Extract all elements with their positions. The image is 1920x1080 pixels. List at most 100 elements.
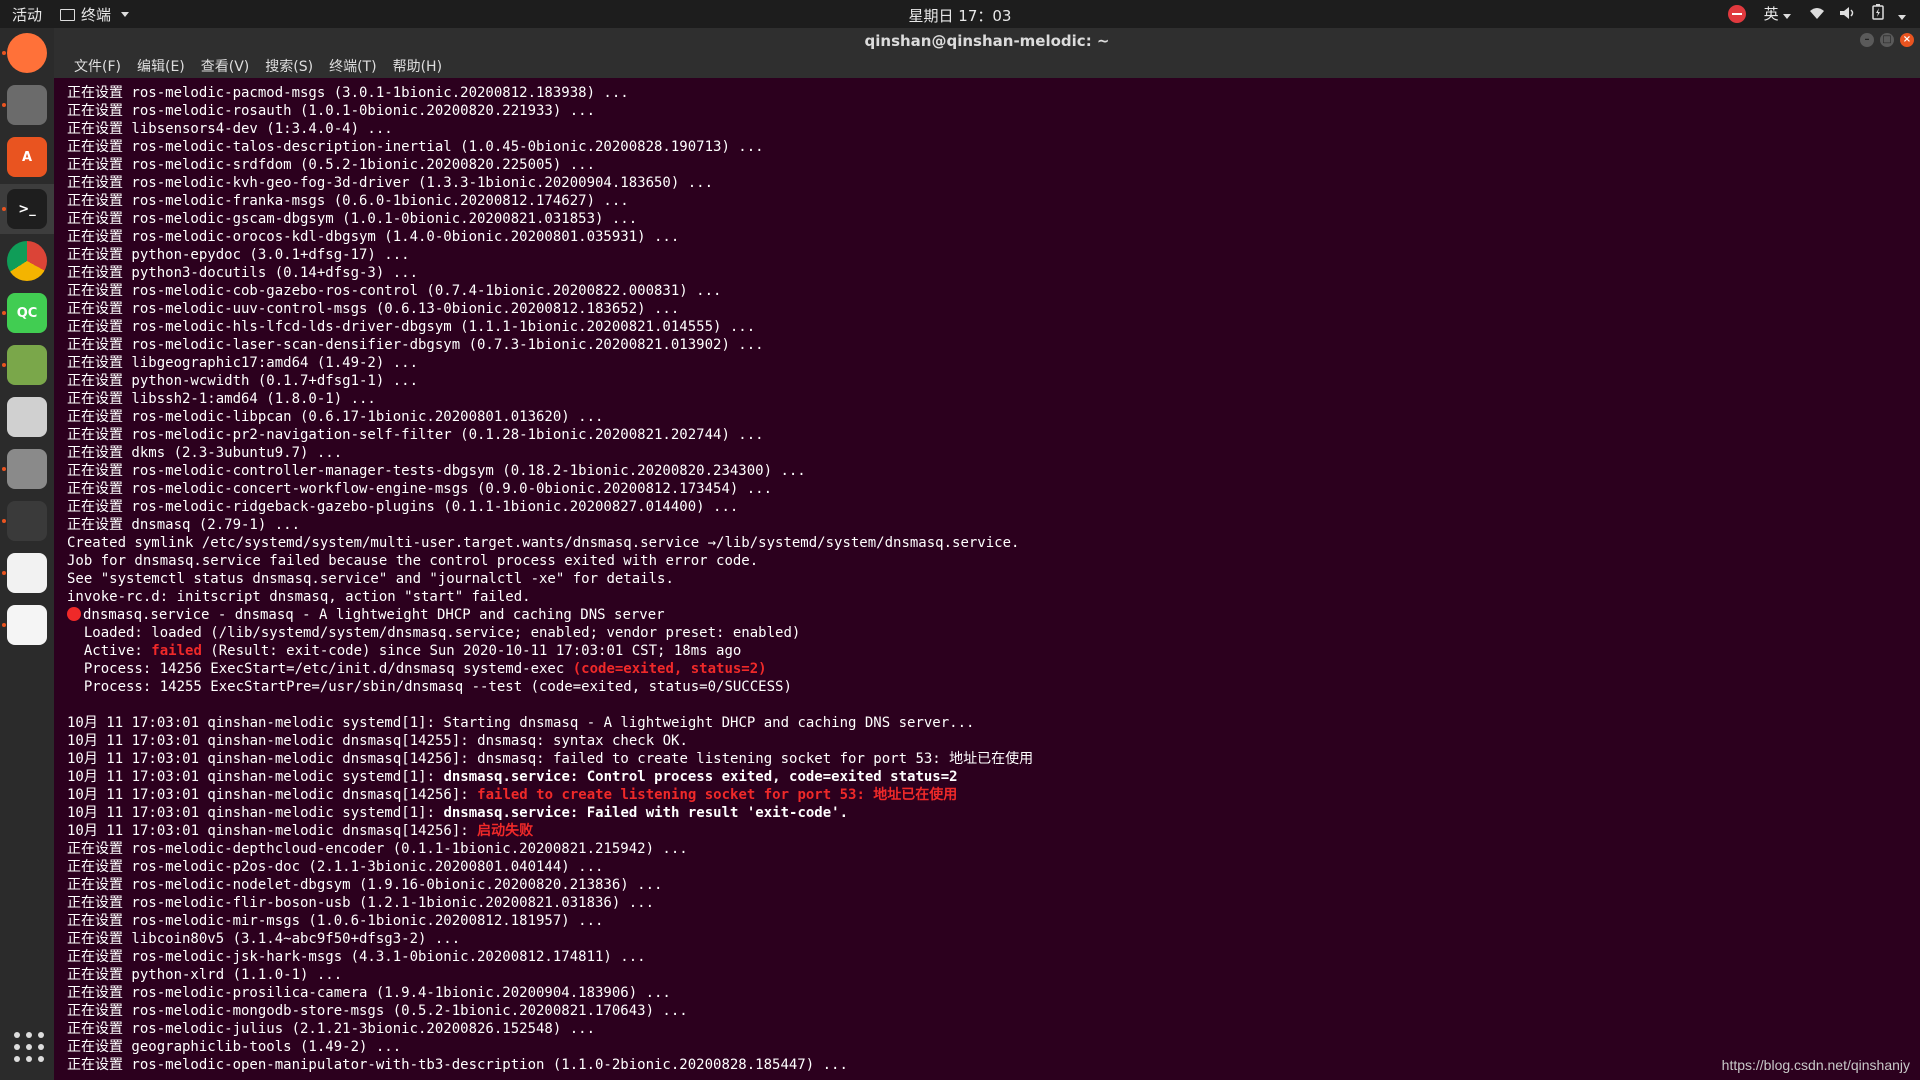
terminal-line: 正在设置 ros-melodic-prosilica-camera (1.9.4…	[67, 984, 1033, 1002]
terminal-text: dnsmasq.service - dnsmasq - A lightweigh…	[83, 607, 665, 623]
terminal-text: Process: 14256 ExecStart=/etc/init.d/dns…	[67, 661, 573, 677]
watermark: https://blog.csdn.net/qinshanjy	[1721, 1057, 1910, 1073]
terminal-text: 正在设置 ros-melodic-gscam-dbgsym (1.0.1-0bi…	[67, 211, 638, 227]
grid-dot-icon	[14, 1044, 20, 1050]
terminal-line: Job for dnsmasq.service failed because t…	[67, 552, 1033, 570]
menu-terminal[interactable]: 终端(T)	[327, 56, 378, 76]
terminal-text: 正在设置 ros-melodic-pacmod-msgs (3.0.1-1bio…	[67, 85, 629, 101]
terminal-text: 正在设置 libgeographic17:amd64 (1.49-2) ...	[67, 355, 419, 371]
terminal-line: 正在设置 ros-melodic-jsk-hark-msgs (4.3.1-0b…	[67, 948, 1033, 966]
input-method-indicator[interactable]: 英	[1764, 3, 1791, 24]
system-menu[interactable]	[1809, 3, 1906, 24]
clock[interactable]: 星期日 17：03	[909, 7, 1012, 25]
grid-dot-icon	[38, 1044, 44, 1050]
menu-search[interactable]: 搜索(S)	[263, 56, 315, 76]
grid-dot-icon	[26, 1044, 32, 1050]
terminal-text: 正在设置 ros-melodic-orocos-kdl-dbgsym (1.4.…	[67, 229, 680, 245]
show-applications-button[interactable]	[14, 1032, 44, 1062]
terminal-line: dnsmasq.service - dnsmasq - A lightweigh…	[67, 606, 1033, 624]
terminal-line: 正在设置 python3-docutils (0.14+dfsg-3) ...	[67, 264, 1033, 282]
terminal-line: 10月 11 17:03:01 qinshan-melodic systemd[…	[67, 714, 1033, 732]
terminal-text: 正在设置 ros-melodic-controller-manager-test…	[67, 463, 806, 479]
software-center-icon[interactable]: A	[7, 137, 47, 177]
menu-edit[interactable]: 编辑(E)	[135, 56, 187, 76]
terminal-text: 正在设置 ros-melodic-concert-workflow-engine…	[67, 481, 773, 497]
terminal-text: 正在设置 python-epydoc (3.0.1+dfsg-17) ...	[67, 247, 410, 263]
terminal-text: invoke-rc.d: initscript dnsmasq, action …	[67, 589, 531, 605]
terminal-lines: 正在设置 ros-melodic-pacmod-msgs (3.0.1-1bio…	[67, 84, 1033, 1074]
terminal-text: 10月 11 17:03:01 qinshan-melodic dnsmasq[…	[67, 823, 478, 839]
terminal-text: 正在设置 ros-melodic-srdfdom (0.5.2-1bionic.…	[67, 157, 596, 173]
status-bullet-icon	[67, 607, 81, 621]
terminal-line: 正在设置 ros-melodic-franka-msgs (0.6.0-1bio…	[67, 192, 1033, 210]
input-method-label: 英	[1763, 5, 1779, 23]
qtcreator-icon[interactable]: QC	[7, 293, 47, 333]
terminal-line: 正在设置 ros-melodic-hls-lfcd-lds-driver-dbg…	[67, 318, 1033, 336]
terminal-text: 正在设置 ros-melodic-rosauth (1.0.1-0bionic.…	[67, 103, 596, 119]
terminal-line: invoke-rc.d: initscript dnsmasq, action …	[67, 588, 1033, 606]
terminal-text: 正在设置 ros-melodic-depthcloud-encoder (0.1…	[67, 841, 688, 857]
terminal-text: 正在设置 ros-melodic-jsk-hark-msgs (4.3.1-0b…	[67, 949, 646, 965]
terminal-text: Created symlink /etc/systemd/system/mult…	[67, 535, 1020, 551]
terminal-line: 正在设置 ros-melodic-gscam-dbgsym (1.0.1-0bi…	[67, 210, 1033, 228]
terminal-text: Loaded: loaded (/lib/systemd/system/dnsm…	[67, 625, 801, 641]
image-editor-icon[interactable]	[7, 345, 47, 385]
terminal-line: 正在设置 ros-melodic-mir-msgs (1.0.6-1bionic…	[67, 912, 1033, 930]
firefox-icon[interactable]	[7, 33, 47, 73]
video-editor-icon[interactable]	[7, 501, 47, 541]
terminal-text: 正在设置 ros-melodic-franka-msgs (0.6.0-1bio…	[67, 193, 629, 209]
terminal-text: (code=exited, status=2)	[572, 661, 767, 677]
terminal-icon[interactable]: >_	[7, 189, 47, 229]
maximize-button[interactable]: □	[1880, 33, 1894, 47]
camera-icon[interactable]	[7, 397, 47, 437]
terminal-text: 正在设置 ros-melodic-talos-description-inert…	[67, 139, 764, 155]
text-editor-icon[interactable]	[7, 553, 47, 593]
terminal-line: 10月 11 17:03:01 qinshan-melodic dnsmasq[…	[67, 750, 1033, 768]
terminal-line: Loaded: loaded (/lib/systemd/system/dnsm…	[67, 624, 1033, 642]
terminal-line: Created symlink /etc/systemd/system/mult…	[67, 534, 1033, 552]
terminal-line: 正在设置 ros-melodic-orocos-kdl-dbgsym (1.4.…	[67, 228, 1033, 246]
volume-icon	[1840, 6, 1854, 19]
terminal-line: 正在设置 ros-melodic-talos-description-inert…	[67, 138, 1033, 156]
do-not-disturb-icon[interactable]	[1727, 4, 1746, 23]
terminal-line: 正在设置 ros-melodic-kvh-geo-fog-3d-driver (…	[67, 174, 1033, 192]
menu-file[interactable]: 文件(F)	[72, 56, 123, 76]
terminal-line: Process: 14256 ExecStart=/etc/init.d/dns…	[67, 660, 1033, 678]
document-viewer-icon[interactable]	[7, 605, 47, 645]
terminal-line: 正在设置 ros-melodic-laser-scan-densifier-db…	[67, 336, 1033, 354]
terminal-line: 正在设置 ros-melodic-controller-manager-test…	[67, 462, 1033, 480]
running-indicator	[2, 311, 6, 315]
terminal-line: 正在设置 libsensors4-dev (1:3.4.0-4) ...	[67, 120, 1033, 138]
menu-view[interactable]: 查看(V)	[199, 56, 252, 76]
terminal-text: dnsmasq.service: Control process exited,…	[443, 769, 958, 785]
terminal-text: 正在设置 ros-melodic-ridgeback-gazebo-plugin…	[67, 499, 739, 515]
battery-icon	[1871, 3, 1884, 20]
terminal-line: 10月 11 17:03:01 qinshan-melodic systemd[…	[67, 804, 1033, 822]
terminal-text: 正在设置 ros-melodic-julius (2.1.21-3bionic.…	[67, 1021, 596, 1037]
menu-help[interactable]: 帮助(H)	[391, 56, 444, 76]
terminal-text: Active:	[67, 643, 152, 659]
files-icon[interactable]	[7, 85, 47, 125]
terminal-line: 正在设置 dkms (2.3-3ubuntu9.7) ...	[67, 444, 1033, 462]
terminal-text: failed	[151, 643, 202, 659]
window-titlebar[interactable]: qinshan@qinshan-melodic: ~ – □ ×	[54, 28, 1920, 54]
terminal-text: 正在设置 ros-melodic-laser-scan-densifier-db…	[67, 337, 764, 353]
terminal-line: 正在设置 ros-melodic-uuv-control-msgs (0.6.1…	[67, 300, 1033, 318]
close-button[interactable]: ×	[1900, 33, 1914, 47]
terminal-line: 正在设置 ros-melodic-mongodb-store-msgs (0.5…	[67, 1002, 1033, 1020]
minimize-button[interactable]: –	[1860, 33, 1874, 47]
terminal-line: 正在设置 geographiclib-tools (1.49-2) ...	[67, 1038, 1033, 1056]
terminal-text: 10月 11 17:03:01 qinshan-melodic dnsmasq[…	[67, 751, 1034, 767]
terminal-output[interactable]: 正在设置 ros-melodic-pacmod-msgs (3.0.1-1bio…	[54, 78, 1920, 1080]
terminal-line: 正在设置 ros-melodic-open-manipulator-with-t…	[67, 1056, 1033, 1074]
running-indicator	[2, 467, 6, 471]
grid-dot-icon	[14, 1032, 20, 1038]
terminal-text: 正在设置 dnsmasq (2.79-1) ...	[67, 517, 301, 533]
terminal-line: 正在设置 libgeographic17:amd64 (1.49-2) ...	[67, 354, 1033, 372]
chrome-icon[interactable]	[7, 241, 47, 281]
settings-tools-icon[interactable]	[7, 449, 47, 489]
terminal-text: 10月 11 17:03:01 qinshan-melodic systemd[…	[67, 769, 444, 785]
terminal-line: 正在设置 python-wcwidth (0.1.7+dfsg1-1) ...	[67, 372, 1033, 390]
terminal-text: 正在设置 ros-melodic-flir-boson-usb (1.2.1-1…	[67, 895, 655, 911]
